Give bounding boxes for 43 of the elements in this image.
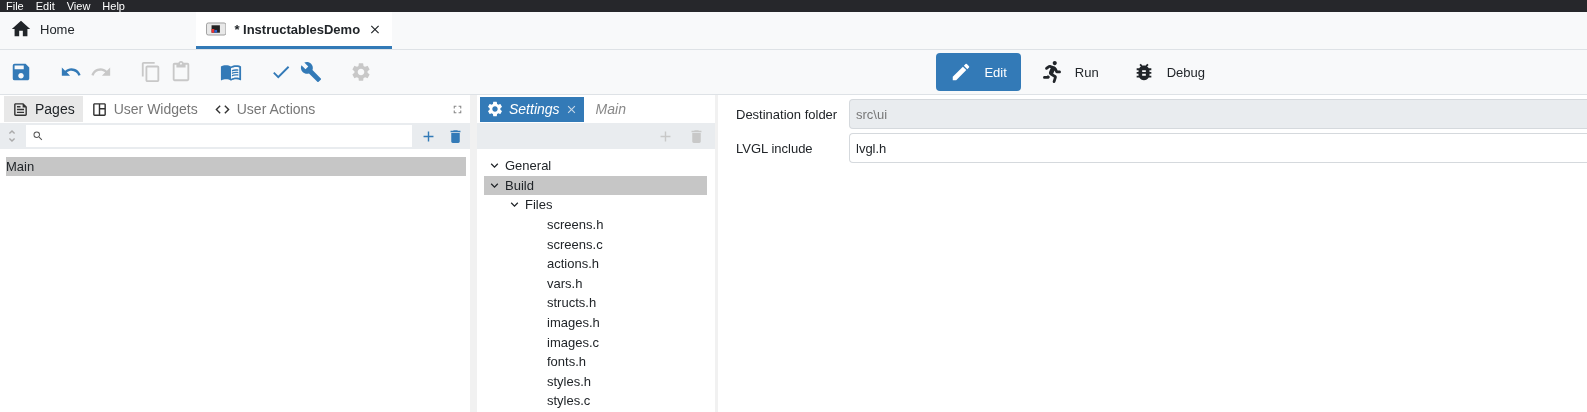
running-figure-icon (1040, 61, 1063, 83)
editor-tab[interactable]: Settings (480, 96, 584, 122)
wrench-icon (300, 61, 322, 83)
property-label: Destination folder (736, 106, 839, 122)
save-icon (10, 61, 32, 83)
project-icon (206, 22, 227, 36)
clipboard-icon (170, 61, 192, 83)
menu-item[interactable]: Edit (35, 1, 55, 12)
tree-item[interactable]: vars.h (484, 273, 707, 294)
layout-icon (90, 100, 108, 118)
menu-item[interactable]: File (6, 1, 24, 12)
editor-tab[interactable]: Main (589, 96, 632, 122)
property-field[interactable]: lvgl.h (849, 133, 1587, 163)
tree-item[interactable]: General (484, 156, 707, 176)
tree-item[interactable]: styles.c (484, 391, 707, 411)
mode-button[interactable]: Debug (1118, 53, 1219, 91)
tree-item[interactable]: Files (484, 195, 707, 215)
document-tab[interactable]: Home (0, 12, 196, 49)
search-field[interactable] (26, 125, 412, 147)
panel-tab[interactable]: User Actions (205, 96, 324, 122)
tree-item[interactable]: screens.h (484, 214, 707, 235)
settings-icon (350, 61, 372, 83)
mode-button[interactable]: Edit (936, 53, 1021, 91)
tree-item[interactable]: structs.h (484, 293, 707, 313)
tree-item[interactable]: images.c (484, 332, 707, 352)
mode-button[interactable]: Run (1026, 53, 1113, 91)
panel-tab[interactable]: User Widgets (82, 96, 206, 122)
tree-item[interactable]: screens.c (484, 234, 707, 254)
tree-item[interactable]: styles.h (484, 371, 707, 392)
tree-item[interactable]: Build (484, 175, 707, 196)
tree-item[interactable]: actions.h (484, 253, 707, 274)
document-tab[interactable]: * InstructablesDemo (196, 12, 392, 49)
tree-item[interactable]: images.h (484, 312, 707, 333)
settings-icon (486, 100, 504, 118)
panel-tab[interactable]: Pages (4, 96, 83, 122)
menu-item[interactable]: Help (102, 1, 125, 12)
property-label: LVGL include (736, 140, 814, 156)
search-icon (32, 130, 44, 142)
copy-icon (140, 61, 162, 83)
menu-item[interactable]: View (66, 1, 91, 12)
pages-icon (12, 100, 29, 118)
page-item[interactable]: Main (6, 157, 466, 176)
tree-item[interactable]: fonts.h (484, 351, 707, 372)
